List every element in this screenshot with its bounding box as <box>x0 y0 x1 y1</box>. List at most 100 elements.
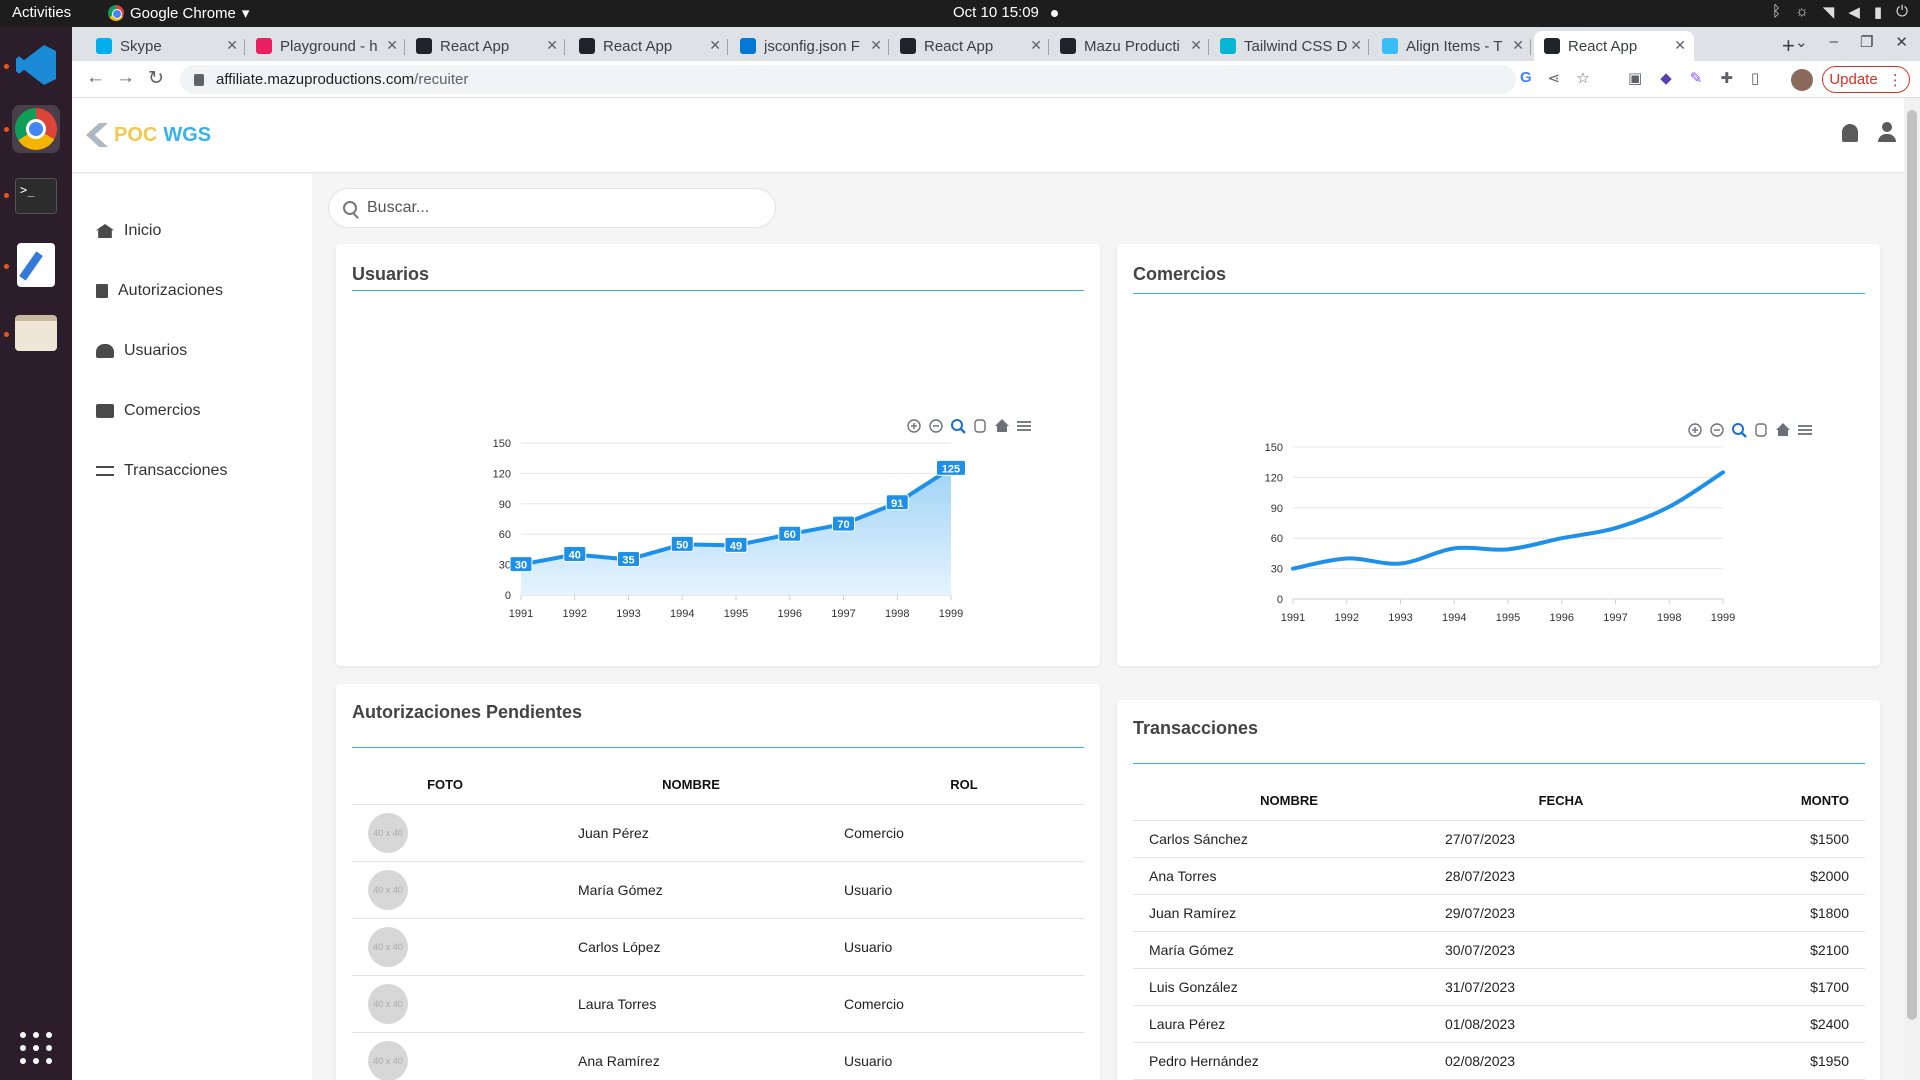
google-lens-icon[interactable]: G <box>1520 69 1532 87</box>
selection-zoom-icon[interactable] <box>1732 423 1747 438</box>
new-tab-button[interactable]: + <box>1782 33 1795 59</box>
dock-text-editor[interactable] <box>12 241 60 289</box>
table-row[interactable]: Pedro Hernández 02/08/2023 $1950 <box>1133 1042 1865 1080</box>
sidebar-item-comercios[interactable]: Comercios <box>96 396 200 426</box>
system-tray[interactable]: ᛒ ☼ ◥ ◀ ▮ ⏻ <box>1772 3 1908 21</box>
tab-close-icon[interactable]: ✕ <box>1350 37 1362 54</box>
dock-chrome[interactable] <box>12 105 60 153</box>
table-row[interactable]: Luis González 31/07/2023 $1700 <box>1133 968 1865 1006</box>
tab-close-icon[interactable]: ✕ <box>386 37 398 54</box>
screenshot-extension-icon[interactable]: ▣ <box>1628 69 1642 87</box>
zoom-out-icon[interactable] <box>1710 423 1724 437</box>
tab-close-icon[interactable]: ✕ <box>1674 37 1686 54</box>
update-button[interactable]: Update ⋮ <box>1822 66 1910 93</box>
maximize-icon[interactable]: ❐ <box>1860 33 1873 51</box>
tab-close-icon[interactable]: ✕ <box>1512 37 1524 54</box>
close-window-icon[interactable]: ✕ <box>1895 33 1908 51</box>
tab-close-icon[interactable]: ✕ <box>709 37 721 54</box>
user-icon[interactable] <box>1878 122 1896 142</box>
puzzle-icon[interactable]: ✚ <box>1720 69 1733 87</box>
extension-badge-icon[interactable]: ◆ <box>1660 69 1672 87</box>
search-input[interactable] <box>367 199 747 217</box>
column-header[interactable]: ROL <box>844 766 1084 805</box>
browser-tab[interactable]: Skype ✕ <box>86 31 246 61</box>
avatar-placeholder: 40 x 40 <box>368 869 408 910</box>
table-row[interactable]: 40 x 40 Carlos López Usuario <box>352 918 1084 976</box>
dock-files[interactable] <box>12 309 60 357</box>
chart-menu-icon[interactable] <box>1798 425 1812 435</box>
tab-close-icon[interactable]: ✕ <box>226 37 238 54</box>
browser-tab[interactable]: jsconfig.json F ✕ <box>730 31 890 61</box>
vscode-icon <box>16 45 56 85</box>
browser-tab[interactable]: React App ✕ <box>1534 31 1694 61</box>
pen-extension-icon[interactable]: ✎ <box>1690 69 1703 87</box>
bell-icon[interactable] <box>1842 124 1858 142</box>
browser-tab[interactable]: React App ✕ <box>569 31 729 61</box>
show-apps-icon[interactable] <box>20 1032 52 1064</box>
reset-home-icon[interactable] <box>995 419 1009 432</box>
bookmark-star-icon[interactable]: ☆ <box>1576 69 1589 87</box>
comercios-chart-card: Comercios 0 30 60 90 120 150 1991 1992 1993 1994 1… <box>1117 244 1880 666</box>
chart-menu-icon[interactable] <box>1017 421 1031 431</box>
back-icon[interactable]: ← <box>86 67 105 89</box>
column-header[interactable]: FOTO <box>352 766 538 805</box>
zoom-in-icon[interactable] <box>1688 423 1702 437</box>
column-header[interactable]: NOMBRE <box>538 766 844 805</box>
address-bar[interactable]: affiliate.mazuproductions.com/recuiter <box>180 65 1516 94</box>
reset-home-icon[interactable] <box>1776 423 1790 436</box>
sidebar-item-usuarios[interactable]: Usuarios <box>96 336 187 366</box>
zoom-out-icon[interactable] <box>929 419 943 433</box>
tab-close-icon[interactable]: ✕ <box>1190 37 1202 54</box>
tab-close-icon[interactable]: ✕ <box>546 37 558 54</box>
reload-icon[interactable]: ↻ <box>148 67 164 90</box>
table-row[interactable]: 40 x 40 Juan Pérez Comercio <box>352 804 1084 862</box>
role-cell: Usuario <box>844 861 1084 919</box>
app-menu[interactable]: Google Chrome ▾ <box>108 4 249 22</box>
column-header[interactable]: FECHA <box>1445 782 1677 821</box>
column-header[interactable]: NOMBRE <box>1133 782 1445 821</box>
table-row[interactable]: María Gómez 30/07/2023 $2100 <box>1133 931 1865 969</box>
table-row[interactable]: Laura Pérez 01/08/2023 $2400 <box>1133 1005 1865 1043</box>
activities-button[interactable]: Activities <box>12 4 71 21</box>
browser-tab[interactable]: React App ✕ <box>890 31 1050 61</box>
data-label: 91 <box>891 498 903 510</box>
pan-icon[interactable] <box>1755 423 1767 437</box>
browser-tab[interactable]: Playground - h ✕ <box>246 31 406 61</box>
browser-tab[interactable]: Tailwind CSS D ✕ <box>1210 31 1370 61</box>
table-row[interactable]: Juan Ramírez 29/07/2023 $1800 <box>1133 894 1865 932</box>
table-row[interactable]: Carlos Sánchez 27/07/2023 $1500 <box>1133 820 1865 858</box>
tab-close-icon[interactable]: ✕ <box>1030 37 1042 54</box>
sidebar-item-autorizaciones[interactable]: Autorizaciones <box>96 276 223 306</box>
sidebar-item-transacciones[interactable]: Transacciones <box>96 456 227 486</box>
scrollbar-thumb[interactable] <box>1907 110 1917 1020</box>
dock-running-indicator <box>4 64 9 69</box>
browser-tab[interactable]: Align Items - T ✕ <box>1372 31 1532 61</box>
table-row[interactable]: 40 x 40 María Gómez Usuario <box>352 861 1084 919</box>
tab-close-icon[interactable]: ✕ <box>870 37 882 54</box>
zoom-in-icon[interactable] <box>907 419 921 433</box>
column-header[interactable]: MONTO <box>1677 782 1865 821</box>
minimize-icon[interactable]: – <box>1830 33 1838 51</box>
series-area <box>521 468 951 595</box>
dock-vscode[interactable] <box>12 41 60 89</box>
page-scrollbar[interactable] <box>1904 98 1920 1080</box>
browser-tab[interactable]: React App ✕ <box>406 31 566 61</box>
sidebar-item-inicio[interactable]: Inicio <box>96 216 161 246</box>
side-panel-icon[interactable]: ▯ <box>1751 69 1759 87</box>
forward-icon[interactable]: → <box>116 67 135 89</box>
browser-tab[interactable]: Mazu Producti ✕ <box>1050 31 1210 61</box>
table-row[interactable]: 40 x 40 Ana Ramírez Usuario <box>352 1032 1084 1080</box>
profile-avatar[interactable] <box>1791 69 1813 91</box>
table-row[interactable]: 40 x 40 Laura Torres Comercio <box>352 975 1084 1033</box>
selection-zoom-icon[interactable] <box>951 419 966 434</box>
share-icon[interactable]: ⋖ <box>1548 69 1561 87</box>
tab-search-icon[interactable]: ⌄ <box>1795 33 1808 51</box>
dock-terminal[interactable]: >_ <box>12 172 60 220</box>
data-label: 40 <box>569 549 581 561</box>
table-row[interactable]: Ana Torres 28/07/2023 $2000 <box>1133 857 1865 895</box>
clock[interactable]: Oct 10 15:09 <box>953 4 1039 21</box>
document-icon <box>96 284 108 298</box>
x-tick-label: 1997 <box>1603 612 1627 624</box>
pan-icon[interactable] <box>974 419 986 433</box>
app-logo[interactable]: POC WGS <box>86 120 211 150</box>
